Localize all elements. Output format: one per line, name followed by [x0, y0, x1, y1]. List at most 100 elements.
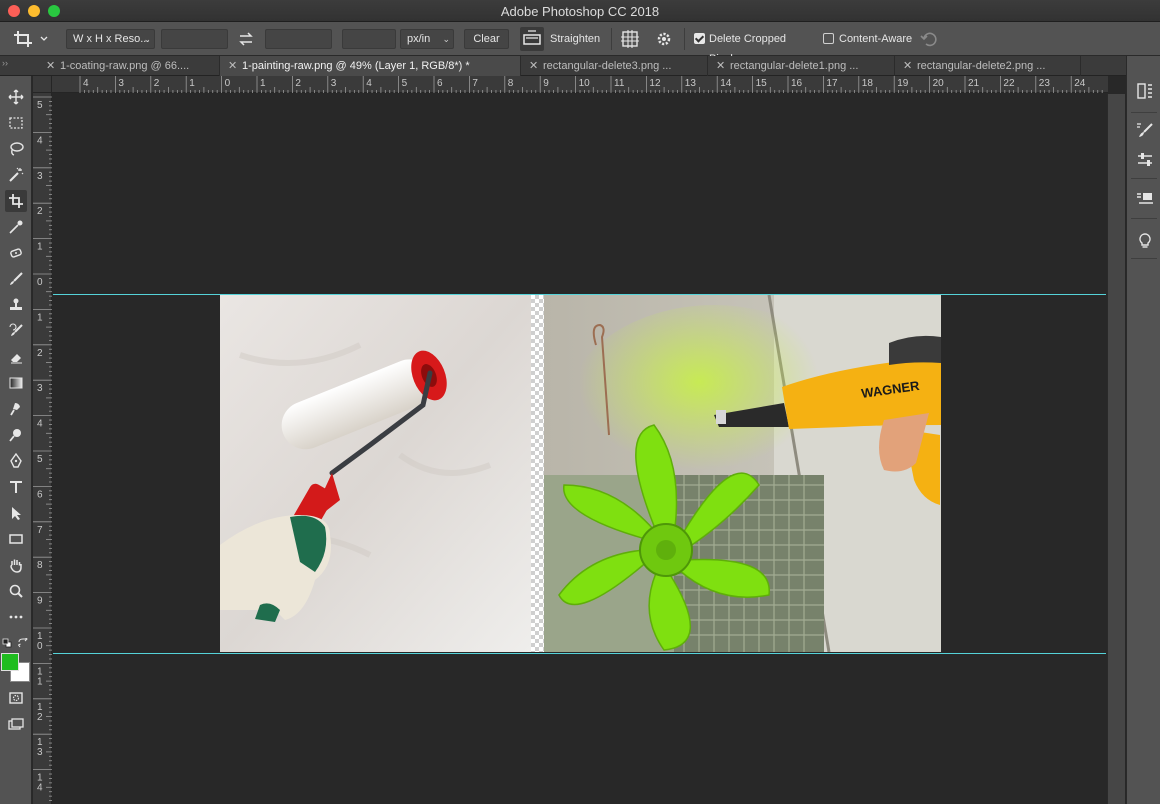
ruler-label: 2	[37, 206, 43, 217]
bottom-guide-line[interactable]	[53, 653, 1106, 654]
ruler-label: 14	[720, 78, 732, 89]
close-tab-icon[interactable]: ✕	[903, 56, 917, 76]
brush-tool-icon[interactable]	[5, 268, 27, 290]
expand-panel-icon[interactable]: ››	[2, 58, 8, 68]
crop-tool-preset-picker[interactable]	[10, 28, 50, 50]
divider	[684, 28, 685, 50]
ratio-select-value: W x H x Reso...	[73, 33, 150, 45]
right-panel-dock	[1126, 56, 1160, 804]
ruler-label: 3	[118, 78, 124, 89]
vertical-ruler[interactable]: 5432101234567891011121314	[33, 93, 52, 804]
ruler-label: 7	[472, 78, 478, 89]
options-bar: W x H x Reso... ⌄ px/in ⌄ Clear Straight…	[0, 22, 1160, 65]
learn-panel-icon[interactable]	[1136, 232, 1154, 250]
ruler-corner[interactable]	[33, 76, 52, 93]
undo-icon	[920, 32, 937, 47]
canvas-scroll-edge[interactable]	[1107, 94, 1125, 804]
ruler-label: 4	[366, 78, 372, 89]
ruler-label: 8	[508, 78, 514, 89]
checkbox-unchecked	[823, 33, 834, 44]
chevron-down-icon: ⌄	[442, 34, 450, 44]
horizontal-ruler-ticks: 4 3 2 1 0 1 2 3 4 5 6 7 8 9 10 11 12 13 14 15 16 17 18 19 20 21 22…	[79, 76, 1103, 93]
rectangle-tool-icon[interactable]	[5, 528, 27, 550]
screen-mode-icon[interactable]	[5, 714, 27, 736]
gradient-tool-icon[interactable]	[5, 372, 27, 394]
crop-settings-button[interactable]	[654, 29, 674, 49]
divider	[1131, 178, 1157, 179]
tab-document-active[interactable]: ✕ 1-painting-raw.png @ 49% (Layer 1, RGB/…	[220, 56, 521, 76]
resolution-unit-value: px/in	[407, 33, 431, 45]
divider	[1131, 112, 1157, 113]
tab-document[interactable]: ✕ rectangular-delete3.png ...	[521, 56, 708, 76]
reset-button[interactable]	[919, 29, 939, 49]
dodge-tool-icon[interactable]	[5, 424, 27, 446]
ruler-label: 6	[437, 78, 443, 89]
default-colors-icon[interactable]	[2, 635, 12, 648]
checkbox-checked	[694, 33, 705, 44]
ruler-label: 5	[37, 454, 43, 465]
tab-label: rectangular-delete2.png ...	[917, 60, 1046, 72]
close-tab-icon[interactable]: ✕	[46, 56, 60, 76]
type-tool-icon[interactable]	[5, 476, 27, 498]
document-canvas[interactable]: WAGNER	[53, 94, 1107, 804]
resolution-unit-select[interactable]: px/in ⌄	[400, 29, 454, 49]
close-tab-icon[interactable]: ✕	[529, 56, 543, 76]
foreground-color-swatch[interactable]	[1, 653, 19, 671]
history-brush-tool-icon[interactable]	[5, 320, 27, 342]
ruler-label: 17	[826, 78, 838, 89]
move-tool-icon[interactable]	[5, 86, 27, 108]
pen-tool-icon[interactable]	[5, 450, 27, 472]
swap-width-height-button[interactable]	[236, 29, 256, 49]
window-title: Adobe Photoshop CC 2018	[500, 4, 660, 19]
divider	[1131, 258, 1157, 259]
history-panel-icon[interactable]	[1136, 82, 1154, 100]
tab-document[interactable]: ✕ rectangular-delete1.png ...	[708, 56, 895, 76]
marquee-tool-icon[interactable]	[5, 112, 27, 134]
close-tab-icon[interactable]: ✕	[228, 56, 242, 76]
eyedropper-tool-icon[interactable]	[5, 216, 27, 238]
magic-wand-tool-icon[interactable]	[5, 164, 27, 186]
lasso-tool-icon[interactable]	[5, 138, 27, 160]
height-field[interactable]	[265, 29, 332, 49]
ruler-label: 8	[37, 560, 43, 571]
straighten-button[interactable]	[520, 27, 544, 51]
ruler-label: 21	[968, 78, 980, 89]
tab-label: 1-painting-raw.png @ 49% (Layer 1, RGB/8…	[242, 60, 470, 72]
brush-settings-icon[interactable]	[1136, 122, 1154, 140]
more-tools-icon[interactable]	[5, 606, 27, 628]
ruler-label: 18	[862, 78, 874, 89]
tab-document[interactable]: ✕ rectangular-delete2.png ...	[895, 56, 1081, 76]
tab-label: rectangular-delete3.png ...	[543, 60, 672, 72]
close-tab-icon[interactable]: ✕	[716, 56, 730, 76]
ruler-label: 13	[685, 78, 697, 89]
quick-mask-icon[interactable]	[5, 687, 27, 709]
width-field[interactable]	[161, 29, 228, 49]
vertical-ruler-ticks: 5432101234567891011121314	[33, 96, 52, 801]
clear-button[interactable]: Clear	[464, 29, 509, 49]
properties-panel-icon[interactable]	[1136, 190, 1154, 208]
path-selection-tool-icon[interactable]	[5, 502, 27, 524]
crop-tool-icon[interactable]	[5, 190, 27, 212]
ruler-label: 5	[37, 100, 43, 111]
ruler-label: 2	[154, 78, 160, 89]
tab-document[interactable]: ✕ 1-coating-raw.png @ 66....	[38, 56, 220, 76]
zoom-tool-icon[interactable]	[5, 580, 27, 602]
ruler-label: 5	[402, 78, 408, 89]
adjustments-panel-icon[interactable]	[1136, 151, 1154, 169]
swap-colors-icon[interactable]	[17, 635, 28, 648]
resolution-field[interactable]	[342, 29, 396, 49]
eraser-tool-icon[interactable]	[5, 346, 27, 368]
clone-stamp-tool-icon[interactable]	[5, 294, 27, 316]
delete-cropped-pixels-toggle[interactable]: Delete Cropped Pixels	[694, 29, 818, 65]
smudge-tool-icon[interactable]	[5, 398, 27, 420]
overlay-options-button[interactable]	[620, 29, 640, 49]
horizontal-ruler[interactable]: 4 3 2 1 0 1 2 3 4 5 6 7 8 9 10 11 12 13 14 15 16 17 18 19 20 21 22…	[52, 76, 1108, 93]
ruler-label: 1	[37, 676, 43, 687]
healing-brush-tool-icon[interactable]	[5, 242, 27, 264]
hand-tool-icon[interactable]	[5, 554, 27, 576]
ratio-select[interactable]: W x H x Reso... ⌄	[66, 29, 155, 49]
content-aware-toggle[interactable]: Content-Aware	[823, 29, 915, 49]
tools-panel	[0, 76, 32, 804]
gear-icon	[657, 32, 671, 46]
ruler-label: 6	[37, 489, 43, 500]
